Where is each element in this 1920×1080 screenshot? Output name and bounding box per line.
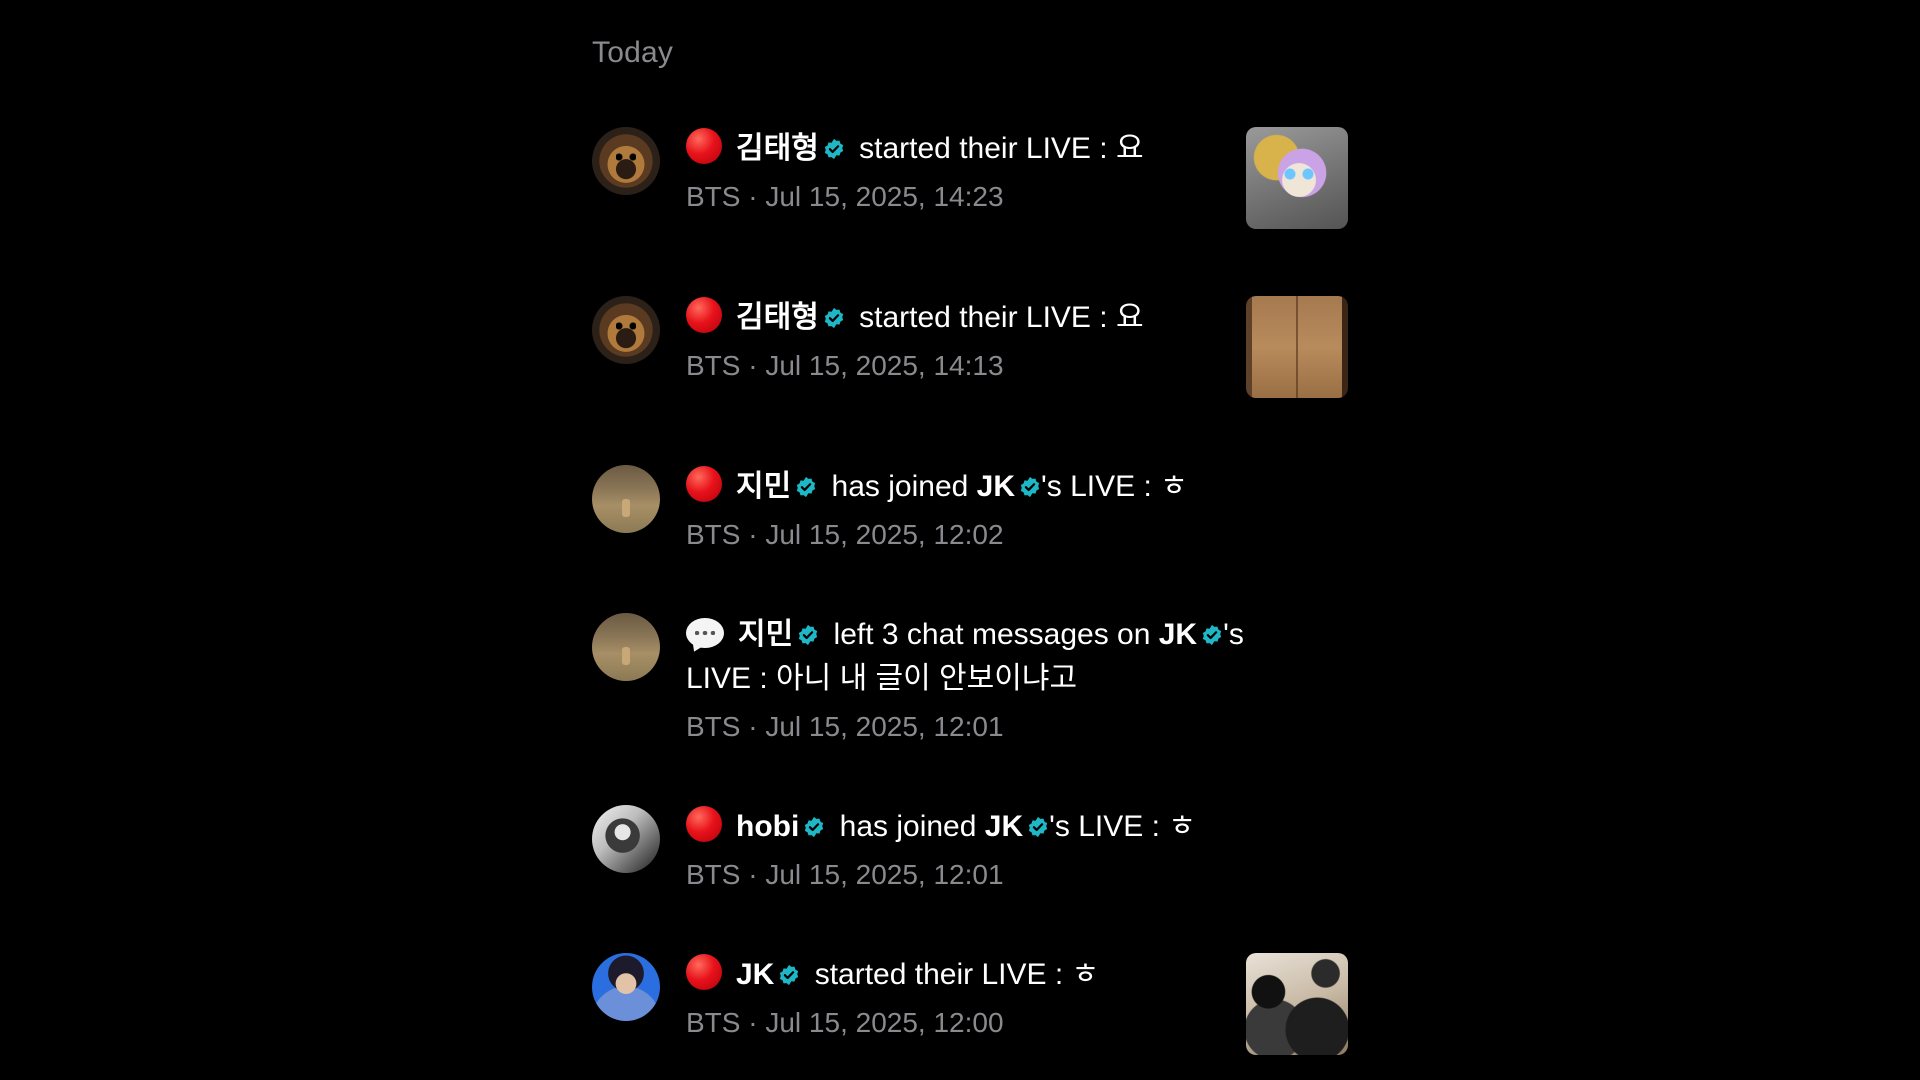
notification-item[interactable]: 김태형 started their LIVE : 요 BTS · Jul 15,… <box>592 296 1348 400</box>
notification-message: has joined <box>831 470 969 503</box>
actor-name: 지민 <box>736 470 792 503</box>
live-dot-icon <box>686 128 722 164</box>
field-dog-avatar[interactable] <box>592 465 660 533</box>
notification-message: started their LIVE : ㅎ <box>814 958 1100 991</box>
verified-badge-icon <box>1202 624 1222 646</box>
notification-message: started their LIVE : 요 <box>859 301 1144 334</box>
plush-toy-thumbnail[interactable] <box>1246 127 1348 229</box>
notification-text: 지민 has joined JK 's LIVE : ㅎ <box>686 465 1226 509</box>
wooden-box-thumbnail[interactable] <box>1246 296 1348 398</box>
notification-text: 김태형 started their LIVE : 요 <box>686 127 1226 171</box>
notification-message-suffix: 's LIVE : ㅎ <box>1041 470 1188 503</box>
notification-text: hobi has joined JK 's LIVE : ㅎ <box>686 805 1226 849</box>
notification-body: 김태형 started their LIVE : 요 BTS · Jul 15,… <box>686 127 1226 215</box>
notification-body: 김태형 started their LIVE : 요 BTS · Jul 15,… <box>686 296 1226 384</box>
group-name: BTS <box>686 1007 741 1038</box>
notification-body: 지민 has joined JK 's LIVE : ㅎ BTS · Jul 15… <box>686 465 1226 553</box>
verified-badge-icon <box>797 476 816 498</box>
timestamp: Jul 15, 2025, 12:02 <box>765 519 1004 550</box>
group-name: BTS <box>686 859 741 890</box>
field-dog-avatar[interactable] <box>592 613 660 681</box>
pomeranian-avatar[interactable] <box>592 296 660 364</box>
notification-body: JK started their LIVE : ㅎ BTS · Jul 15, … <box>686 953 1226 1041</box>
notification-item[interactable]: JK started their LIVE : ㅎ BTS · Jul 15, … <box>592 953 1348 1057</box>
notification-body: 지민 left 3 chat messages on JK 's LIVE : 아… <box>686 613 1386 745</box>
verified-badge-icon <box>824 138 843 160</box>
actor-name: 김태형 <box>736 132 819 165</box>
notification-text-line2: LIVE : 아니 내 글이 안보이냐고 <box>686 662 1078 695</box>
live-dot-icon <box>686 466 722 502</box>
pomeranian-avatar[interactable] <box>592 127 660 195</box>
notification-text: 김태형 started their LIVE : 요 <box>686 296 1226 340</box>
notification-item[interactable]: 지민 has joined JK 's LIVE : ㅎ BTS · Jul 15… <box>592 465 1348 565</box>
notification-body: hobi has joined JK 's LIVE : ㅎ BTS · Jul … <box>686 805 1226 893</box>
notification-text: JK started their LIVE : ㅎ <box>686 953 1226 997</box>
notification-message-suffix: 's <box>1223 618 1244 651</box>
notification-meta: BTS · Jul 15, 2025, 12:01 <box>686 859 1004 890</box>
notifications-screen: Today 김태형 started their LIVE : 요 BTS · J… <box>0 0 1920 1080</box>
verified-badge-icon <box>780 964 799 986</box>
notification-message: left 3 chat messages on <box>833 618 1151 651</box>
group-name: BTS <box>686 181 741 212</box>
notification-message-suffix: 's LIVE : ㅎ <box>1049 810 1196 843</box>
notification-message: started their LIVE : 요 <box>859 132 1144 165</box>
notification-text: 지민 left 3 chat messages on JK 's <box>686 613 1386 657</box>
live-dot-icon <box>686 297 722 333</box>
target-name[interactable]: JK <box>977 470 1015 503</box>
group-name: BTS <box>686 711 741 742</box>
verified-badge-icon <box>805 816 824 838</box>
verified-badge-icon <box>1028 816 1048 838</box>
section-title: Today <box>592 36 674 69</box>
chat-bubble-icon <box>686 618 724 648</box>
timestamp: Jul 15, 2025, 12:00 <box>765 1007 1004 1038</box>
verified-badge-icon <box>799 624 818 646</box>
notification-meta: BTS · Jul 15, 2025, 14:23 <box>686 181 1004 212</box>
notification-meta: BTS · Jul 15, 2025, 12:02 <box>686 519 1004 550</box>
people-thumbnail[interactable] <box>1246 953 1348 1055</box>
actor-name: 김태형 <box>736 301 819 334</box>
verified-badge-icon <box>1020 476 1040 498</box>
actor-name: 지민 <box>738 618 794 651</box>
group-name: BTS <box>686 350 741 381</box>
live-dot-icon <box>686 806 722 842</box>
timestamp: Jul 15, 2025, 14:13 <box>765 350 1004 381</box>
notification-meta: BTS · Jul 15, 2025, 14:13 <box>686 350 1004 381</box>
timestamp: Jul 15, 2025, 14:23 <box>765 181 1004 212</box>
monochrome-portrait-avatar[interactable] <box>592 805 660 873</box>
notification-item[interactable]: hobi has joined JK 's LIVE : ㅎ BTS · Jul … <box>592 805 1348 905</box>
live-dot-icon <box>686 954 722 990</box>
target-name[interactable]: JK <box>985 810 1023 843</box>
actor-name: JK <box>736 958 775 991</box>
notification-item[interactable]: 김태형 started their LIVE : 요 BTS · Jul 15,… <box>592 127 1348 231</box>
timestamp: Jul 15, 2025, 12:01 <box>765 859 1004 890</box>
verified-badge-icon <box>824 307 843 329</box>
notification-item[interactable]: 지민 left 3 chat messages on JK 's LIVE : 아… <box>592 613 1348 753</box>
blue-portrait-avatar[interactable] <box>592 953 660 1021</box>
target-name[interactable]: JK <box>1159 618 1197 651</box>
notification-meta: BTS · Jul 15, 2025, 12:01 <box>686 711 1004 742</box>
notification-meta: BTS · Jul 15, 2025, 12:00 <box>686 1007 1004 1038</box>
group-name: BTS <box>686 519 741 550</box>
notification-message: has joined <box>839 810 977 843</box>
actor-name: hobi <box>736 810 800 843</box>
timestamp: Jul 15, 2025, 12:01 <box>765 711 1004 742</box>
